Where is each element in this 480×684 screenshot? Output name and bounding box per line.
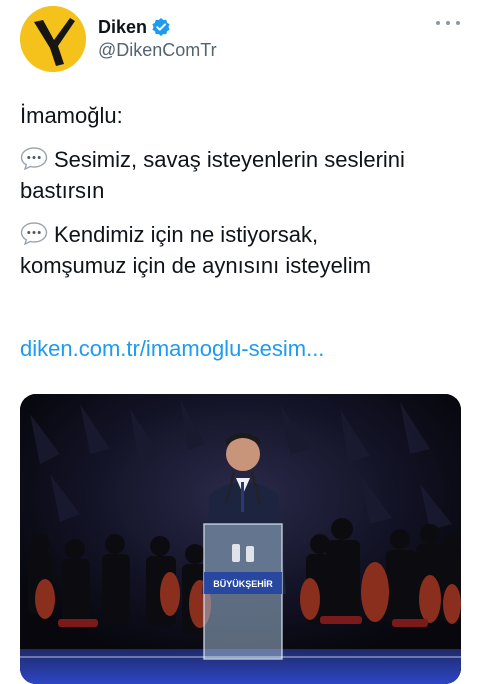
article-link[interactable]: diken.com.tr/imamoglu-sesim... [20, 336, 324, 362]
more-options-icon[interactable] [436, 16, 460, 30]
verified-badge-icon [151, 17, 171, 37]
diken-logo-icon [20, 6, 86, 72]
tweet-title: İmamoğlu: [20, 103, 123, 128]
quote-1: Sesimiz, savaş isteyenlerin seslerini ba… [20, 144, 465, 206]
avatar[interactable] [20, 6, 86, 72]
account-names: Diken @DikenComTr [98, 16, 217, 61]
quote-2-line-2: komşumuz için de aynısını isteyelim [20, 253, 371, 278]
tweet-text: İmamoğlu: Sesimiz, savaş isteyenlerin se… [20, 100, 465, 294]
speech-bubble-icon [20, 146, 48, 171]
quote-1-line-1: Sesimiz, savaş isteyenlerin seslerini [54, 147, 405, 172]
display-name[interactable]: Diken [98, 17, 147, 38]
tweet-header: Diken @DikenComTr [20, 6, 460, 72]
tweet-photo[interactable]: BÜYÜKŞEHİR [20, 394, 461, 684]
speech-bubble-icon [20, 221, 48, 246]
quote-1-line-2: bastırsın [20, 178, 105, 203]
concert-photo: BÜYÜKŞEHİR [20, 394, 461, 684]
tweet[interactable]: Diken @DikenComTr İmamoğlu: Sesimiz, sav… [0, 0, 480, 684]
quote-2: Kendimiz için ne istiyorsak, komşumuz iç… [20, 219, 465, 281]
podium-text: BÜYÜKŞEHİR [213, 579, 273, 589]
quote-2-line-1: Kendimiz için ne istiyorsak, [54, 222, 319, 247]
account-handle[interactable]: @DikenComTr [98, 40, 217, 61]
